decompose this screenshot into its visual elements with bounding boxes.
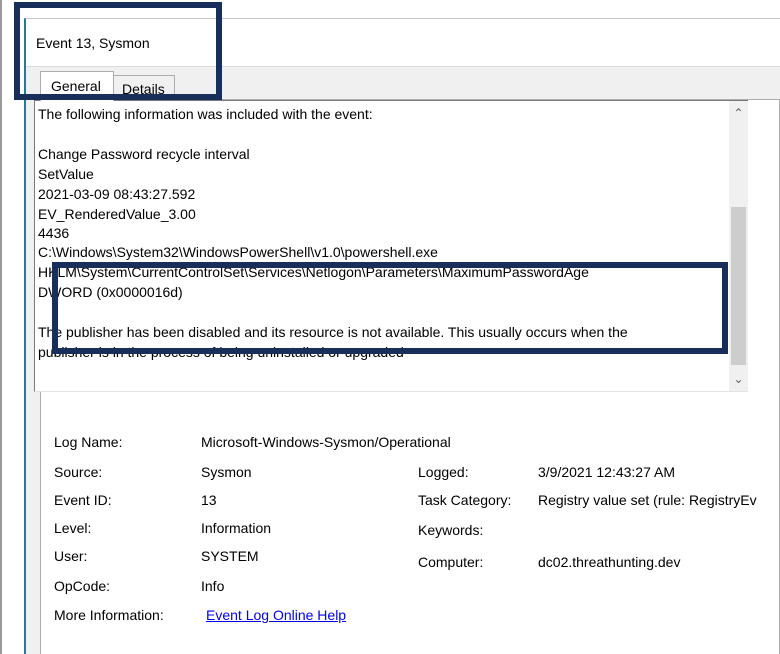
- description-gap: [38, 302, 628, 322]
- description-line: SetValue: [38, 166, 94, 182]
- description-line: Change Password recycle interval: [38, 146, 250, 162]
- description-blank-line: [38, 124, 628, 144]
- task-category-value: Registry value set (rule: RegistryEv: [538, 492, 757, 508]
- description-line: EV_RenderedValue_3.00: [38, 206, 196, 222]
- publisher-message: publisher is in the process of being uni…: [38, 344, 404, 360]
- logged-value: 3/9/2021 12:43:27 AM: [538, 464, 675, 480]
- title-bar: Event 13, Sysmon: [26, 19, 780, 67]
- level-value: Information: [201, 520, 272, 536]
- event-description-text: The following information was included w…: [38, 104, 628, 362]
- keywords-label: Keywords:: [418, 522, 484, 538]
- more-information-label: More Information:: [54, 607, 164, 623]
- computer-value: dc02.threathunting.dev: [538, 554, 681, 570]
- source-label: Source:: [54, 464, 103, 480]
- description-line: 4436: [38, 225, 70, 241]
- scrollbar-thumb[interactable]: [731, 207, 746, 365]
- opcode-value: Info: [201, 578, 225, 594]
- event-id-label: Event ID:: [54, 492, 112, 508]
- page-left-rule: [0, 0, 2, 654]
- chevron-down-icon[interactable]: ⌄: [729, 369, 748, 389]
- publisher-message: The publisher has been disabled and its …: [38, 324, 628, 340]
- description-line: 2021-03-09 08:43:27.592: [38, 186, 196, 202]
- task-category-label: Task Category:: [418, 492, 512, 508]
- log-name-label: Log Name:: [54, 434, 123, 450]
- tab-general[interactable]: General: [40, 71, 114, 101]
- description-line: DWORD (0x0000016d): [38, 284, 183, 300]
- description-line: HKLM\System\CurrentControlSet\Services\N…: [38, 264, 589, 280]
- user-value: SYSTEM: [201, 548, 259, 564]
- window-title: Event 13, Sysmon: [36, 35, 150, 51]
- chevron-up-icon[interactable]: ⌃: [729, 103, 748, 123]
- event-description-box[interactable]: The following information was included w…: [34, 100, 748, 392]
- computer-label: Computer:: [418, 554, 484, 570]
- user-label: User:: [54, 548, 88, 564]
- event-id-value: 13: [201, 492, 217, 508]
- tab-details[interactable]: Details: [113, 75, 175, 100]
- description-line: C:\Windows\System32\WindowsPowerShell\v1…: [38, 244, 438, 260]
- description-intro: The following information was included w…: [38, 106, 373, 122]
- log-name-value: Microsoft-Windows-Sysmon/Operational: [201, 434, 451, 450]
- logged-label: Logged:: [418, 464, 469, 480]
- event-log-online-help-link[interactable]: Event Log Online Help: [206, 607, 346, 623]
- description-scrollbar[interactable]: ⌃ ⌄: [729, 101, 748, 391]
- source-value: Sysmon: [201, 464, 252, 480]
- opcode-label: OpCode:: [54, 578, 111, 594]
- level-label: Level:: [54, 520, 92, 536]
